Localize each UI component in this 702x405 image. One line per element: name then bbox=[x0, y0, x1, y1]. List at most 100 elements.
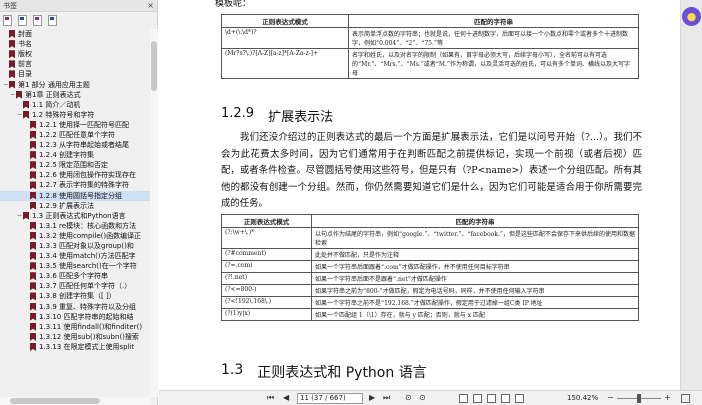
table-header: 正则表达式模式 bbox=[221, 14, 349, 28]
zoom-level[interactable]: 150.42% bbox=[567, 394, 598, 402]
bookmark-label: 1.2.6 使用闭包操作符实现存在 bbox=[39, 171, 137, 180]
bookmark-item[interactable]: 1.3.3 匹配对象以及group()和 bbox=[0, 241, 150, 251]
table-cell: 名字和姓氏，以及对名字的限制（如果有，首字母必须大写，后续字母小写），全名前可以… bbox=[348, 48, 639, 79]
continuous-view-icon[interactable] bbox=[473, 394, 482, 403]
zoom-out-icon[interactable]: − bbox=[607, 393, 614, 402]
bookmark-item[interactable]: 1.2.9 扩展表示法 bbox=[0, 201, 150, 211]
bookmark-label: 1.3.6 匹配多个字符串 bbox=[39, 272, 109, 281]
bookmark-item[interactable]: − 1.2 特殊符号和字符 bbox=[0, 110, 150, 120]
bookmark-item[interactable]: 1.3.6 匹配多个字符串 bbox=[0, 271, 150, 281]
first-page-icon[interactable]: ⏮ bbox=[267, 393, 274, 403]
bookmark-item[interactable]: 前言 bbox=[0, 59, 150, 69]
single-page-view-icon[interactable] bbox=[459, 394, 468, 403]
bookmark-label: 1.2 特殊符号和字符 bbox=[32, 110, 95, 119]
bookmark-icon bbox=[23, 110, 29, 119]
bookmark-item[interactable]: 1.3.4 使用match()方法匹配字 bbox=[0, 251, 150, 261]
bookmark-collapse-icon[interactable] bbox=[18, 14, 27, 26]
bookmark-item[interactable]: 1.2.4 创建字符集 bbox=[0, 150, 150, 160]
bookmark-icon bbox=[30, 342, 36, 351]
next-page-icon[interactable]: ▶ bbox=[369, 393, 375, 402]
right-tool-panel: ● bbox=[680, 0, 702, 390]
table-row: (?<=800-) 如果字符串之前为“800-”才做匹配，假定为电话号码，同样，并… bbox=[221, 284, 639, 297]
bookmark-item[interactable]: − 第1 部分 通用应用主题 bbox=[0, 79, 150, 89]
bookmark-label: 前言 bbox=[18, 60, 32, 69]
bookmark-icon bbox=[30, 292, 36, 301]
sidebar-vertical-scrollbar[interactable] bbox=[150, 29, 158, 397]
bookmark-icon bbox=[30, 262, 36, 271]
bookmark-item[interactable]: 1.2.3 从字符串起始或者结尾 bbox=[0, 140, 150, 150]
bookmark-icon bbox=[23, 211, 29, 220]
zoom-in-icon[interactable]: + bbox=[664, 393, 671, 402]
tree-toggle-icon[interactable]: − bbox=[9, 91, 16, 98]
bookmark-item[interactable]: 1.3.8 创建字符集（[ ]） bbox=[0, 291, 150, 301]
table-cell: 表示简单浮点数的字符串；也就是说，任何十进制数字，后面可以接一个小数点和零个或者… bbox=[348, 27, 639, 49]
table-header: 匹配的字符串 bbox=[311, 214, 639, 228]
last-page-icon[interactable]: ⏭ bbox=[383, 393, 390, 403]
bookmark-icon bbox=[30, 181, 36, 190]
bookmark-item[interactable]: 1.3.5 使用search()在一个字符 bbox=[0, 261, 150, 271]
bookmark-item[interactable]: 1.1 简介／动机 bbox=[0, 100, 150, 110]
forward-icon[interactable]: ⊙ bbox=[419, 393, 426, 402]
facing-view-icon[interactable] bbox=[487, 394, 496, 403]
close-icon[interactable]: × bbox=[147, 1, 154, 10]
bookmark-item[interactable]: 1.2.8 使用圆括号指定分组 bbox=[0, 190, 150, 201]
table-cell: (?<=800-) bbox=[221, 284, 312, 297]
lightbulb-icon[interactable]: ● bbox=[682, 7, 701, 26]
bookmarks-title: 书签 bbox=[3, 1, 17, 10]
scroll-thumb[interactable] bbox=[10, 398, 100, 404]
regex-table-2: 正则表达式模式 匹配的字符串 (?:\w+\.)* 以句点作为结尾的字符串，例如“g… bbox=[221, 214, 639, 321]
bookmark-item[interactable]: 1.3.11 使用findall()和finditer() bbox=[0, 322, 150, 332]
bookmark-find-icon[interactable] bbox=[48, 14, 57, 26]
bookmark-add-icon[interactable] bbox=[33, 14, 42, 26]
bookmarks-header: 书签 × bbox=[0, 0, 157, 12]
fullscreen-icon[interactable] bbox=[681, 394, 690, 403]
bookmark-item[interactable]: 1.3.9 重复、特殊字符以及分组 bbox=[0, 302, 150, 312]
back-icon[interactable]: ⊙ bbox=[405, 393, 412, 402]
bookmark-item[interactable]: 1.3.1 re模块：核心函数和方法 bbox=[0, 221, 150, 231]
bookmark-item[interactable]: 1.3.2 使用compile()函数编译正 bbox=[0, 231, 150, 241]
bookmark-item[interactable]: 1.2.1 使用择一匹配符号匹配 bbox=[0, 120, 150, 130]
bookmark-item[interactable]: 1.2.6 使用闭包操作符实现存在 bbox=[0, 170, 150, 180]
bookmark-label: 1.2.7 表示字符集的特殊字符 bbox=[39, 181, 130, 190]
bookmark-item[interactable]: 版权 bbox=[0, 49, 150, 59]
bookmark-label: 1.3.1 re模块：核心函数和方法 bbox=[39, 221, 137, 230]
table-cell: 以句点作为结尾的字符串，例如“google.”、“twitter.”、“face… bbox=[311, 227, 639, 249]
bookmark-item[interactable]: − 第1章 正则表达式 bbox=[0, 90, 150, 100]
bookmark-label: 1.3.4 使用match()方法匹配字 bbox=[39, 252, 136, 261]
bookmark-icon bbox=[30, 161, 36, 170]
zoom-slider-handle[interactable] bbox=[637, 394, 641, 403]
bookmark-item[interactable]: 书名 bbox=[0, 39, 150, 49]
table-cell: 如果字符串之前为“800-”才做匹配，假定为电话号码，同样，并不使用任何输入字符… bbox=[311, 284, 639, 297]
bookmark-item[interactable]: 1.3.10 匹配字符串的起始和结 bbox=[0, 312, 150, 322]
section-number: 1.3 bbox=[221, 362, 244, 378]
tree-toggle-icon[interactable]: − bbox=[16, 212, 23, 219]
continuous-facing-view-icon[interactable] bbox=[501, 394, 510, 403]
bookmark-expand-icon[interactable] bbox=[3, 14, 12, 26]
cover-view-icon[interactable] bbox=[515, 394, 524, 403]
bookmark-item[interactable]: 1.2.2 匹配任意单个字符 bbox=[0, 130, 150, 140]
bookmark-icon bbox=[9, 80, 15, 89]
sidebar-horizontal-scrollbar[interactable] bbox=[0, 397, 150, 405]
tree-toggle-icon[interactable]: − bbox=[16, 111, 23, 118]
document-page: 模板呢： 正则表达式模式 匹配的字符串 \d+(\.\d*)? 表示简单浮点数的字符… bbox=[159, 0, 680, 390]
table-cell: (?=.com) bbox=[221, 260, 312, 273]
bookmark-item[interactable]: 1.3.7 匹配任何单个字符（.） bbox=[0, 281, 150, 291]
previous-page-icon[interactable]: ◀ bbox=[283, 393, 289, 402]
bookmark-icon bbox=[30, 130, 36, 139]
bookmark-icon bbox=[30, 332, 36, 341]
bookmark-item[interactable]: 1.3.13 在限定模式上使用split bbox=[0, 342, 150, 352]
bookmark-item[interactable]: 封面 bbox=[0, 29, 150, 39]
bookmark-label: 1.3.7 匹配任何单个字符（.） bbox=[39, 282, 132, 291]
scroll-thumb[interactable] bbox=[151, 41, 157, 91]
tree-toggle-icon[interactable]: − bbox=[2, 81, 9, 88]
bookmark-item[interactable]: 1.2.5 限定范围和否定 bbox=[0, 160, 150, 170]
page-number-input[interactable]: 11 (37 / 667) bbox=[297, 393, 363, 404]
bookmark-item[interactable]: − 1.3 正则表达式和Python语言 bbox=[0, 211, 150, 221]
bookmark-item[interactable]: 1.2.7 表示字符集的特殊字符 bbox=[0, 180, 150, 190]
table-header: 正则表达式模式 bbox=[221, 214, 312, 228]
table-cell: (?:\w+\.)* bbox=[221, 227, 312, 249]
bookmark-item[interactable]: 1.3.12 使用sub()和subn()搜索 bbox=[0, 332, 150, 342]
bookmark-item[interactable]: 目录 bbox=[0, 69, 150, 79]
bookmark-icon bbox=[9, 30, 15, 39]
bookmark-label: 1.2.1 使用择一匹配符号匹配 bbox=[39, 120, 130, 129]
